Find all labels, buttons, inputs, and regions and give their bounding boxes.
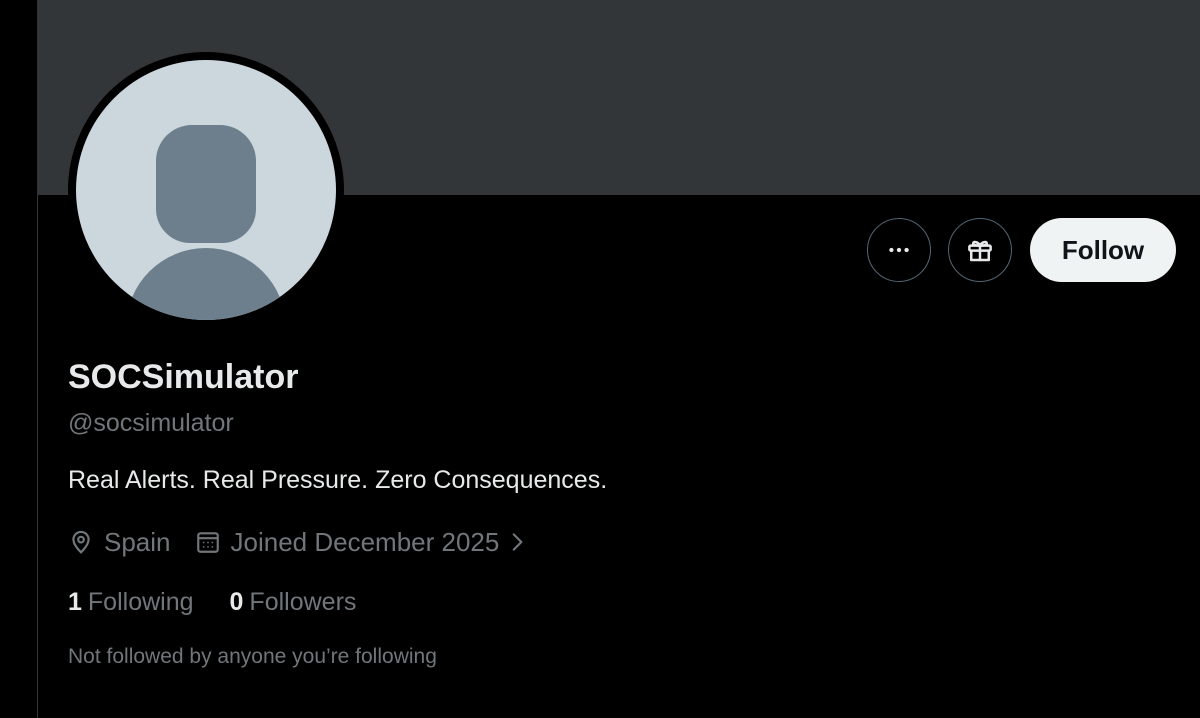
- avatar-body-shape: [126, 248, 286, 320]
- profile-avatar[interactable]: [68, 52, 344, 328]
- chevron-right-icon[interactable]: [507, 529, 527, 555]
- location-item: Spain: [68, 527, 195, 558]
- gift-button[interactable]: [948, 218, 1012, 282]
- joined-date-label[interactable]: Joined December 2025: [231, 527, 500, 558]
- location-label: Spain: [104, 526, 171, 557]
- joined-item[interactable]: Joined December 2025: [195, 527, 528, 558]
- followers-count: 0: [229, 588, 244, 616]
- user-handle: @socsimulator: [68, 409, 234, 437]
- follow-stats: 1 Following 0 Followers: [68, 588, 356, 617]
- following-label: Following: [87, 588, 194, 616]
- following-stat[interactable]: 1 Following: [68, 588, 194, 617]
- calendar-icon: [196, 532, 219, 553]
- following-count: 1: [68, 588, 82, 616]
- left-rail: [0, 0, 37, 718]
- gift-icon: [968, 240, 992, 262]
- location-pin-icon: [72, 530, 90, 554]
- avatar-head-shape: [156, 125, 256, 243]
- followers-stat[interactable]: 0 Followers: [230, 588, 357, 617]
- profile-meta-row: Spain Joined December 2025: [68, 524, 527, 560]
- followers-label: Followers: [249, 588, 357, 616]
- default-avatar-icon: [76, 60, 336, 320]
- display-name: SOCSimulator: [68, 358, 299, 396]
- more-horizontal-icon: [889, 247, 909, 253]
- more-options-button[interactable]: [867, 218, 931, 282]
- follow-button[interactable]: Follow: [1030, 218, 1176, 282]
- mutual-followers-note: Not followed by anyone you’re following: [68, 645, 437, 668]
- profile-bio: Real Alerts. Real Pressure. Zero Consequ…: [68, 466, 608, 494]
